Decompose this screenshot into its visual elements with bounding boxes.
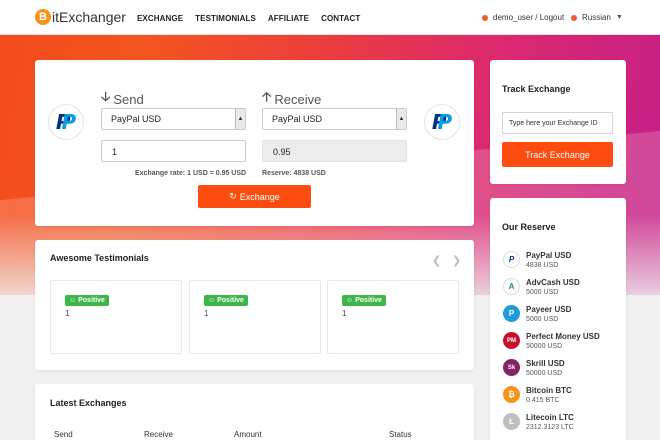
latest-exchanges-card: Latest Exchanges Send Receive Amount Sta… <box>35 384 474 440</box>
exchange-id-input[interactable]: Type here your Exchange ID <box>502 112 613 134</box>
language-label: Russian <box>582 13 611 22</box>
smile-icon: ☺ <box>346 297 354 304</box>
bitcoin-icon: ₿ <box>503 386 520 403</box>
top-navbar: B itExchanger EXCHANGE TESTIMONIALS AFFI… <box>0 0 660 35</box>
litecoin-icon: Ł <box>503 413 520 430</box>
smile-icon: ☺ <box>208 297 216 304</box>
receive-amount-field: 0.95 <box>262 140 407 162</box>
exchange-card: PP 🡣 Send PayPal USD ▲ 1 Exchange rate: … <box>35 60 474 226</box>
chevron-down-icon: ▼ <box>615 14 623 21</box>
nav-testimonials[interactable]: TESTIMONIALS <box>195 14 256 23</box>
smile-icon: ☺ <box>69 297 77 304</box>
arrow-up-icon: 🡡 <box>262 89 272 104</box>
exchange-button[interactable]: ↻ Exchange <box>198 185 311 208</box>
send-heading: 🡣 Send <box>101 88 144 110</box>
positive-badge: ☺ Positive <box>65 295 109 306</box>
arrow-down-icon: 🡣 <box>101 89 111 104</box>
refresh-icon: ↻ <box>229 191 237 201</box>
positive-badge: ☺ Positive <box>204 295 248 306</box>
testimonial-item: ☺ Positive 1 <box>327 280 459 354</box>
nav-contact[interactable]: CONTACT <box>321 14 360 23</box>
column-header-send: Send <box>54 430 73 439</box>
chevron-right-icon[interactable]: ❯ <box>452 254 461 267</box>
reserve-title: Our Reserve <box>502 222 556 232</box>
bitcoin-logo-icon: B <box>35 9 51 25</box>
reserve-item: Ł Litecoin LTC 2312.3123 LTC <box>503 413 574 433</box>
skrill-icon: Sk <box>503 359 520 376</box>
reserve-item: P PayPal USD 4838 USD <box>503 251 571 271</box>
paypal-icon: P <box>503 251 520 268</box>
user-menu[interactable]: demo_user / Logout <box>482 13 564 22</box>
testimonial-item: ☺ Positive 1 <box>50 280 182 354</box>
column-header-status: Status <box>389 430 412 439</box>
nav-exchange[interactable]: EXCHANGE <box>137 14 183 23</box>
testimonial-item: ☺ Positive 1 <box>189 280 321 354</box>
chevron-left-icon[interactable]: ❮ <box>432 254 441 267</box>
reserve-item: A AdvCash USD 5000 USD <box>503 278 580 298</box>
globe-icon <box>571 14 577 21</box>
receive-heading: 🡡 Receive <box>262 88 321 110</box>
exchange-rate-text: Exchange rate: 1 USD = 0.95 USD <box>135 170 247 177</box>
user-logout-link[interactable]: demo_user / Logout <box>493 13 564 22</box>
payeer-icon: P <box>503 305 520 322</box>
reserve-item: ₿ Bitcoin BTC 0.415 BTC <box>503 386 572 406</box>
reserve-card: Our Reserve P PayPal USD 4838 USD A AdvCa… <box>490 198 626 440</box>
column-header-amount: Amount <box>234 430 262 439</box>
advcash-icon: A <box>503 278 520 295</box>
latest-exchanges-title: Latest Exchanges <box>50 398 127 408</box>
user-icon <box>482 14 488 21</box>
testimonials-card: Awesome Testimonials ❮ ❯ ☺ Positive 1 ☺ … <box>35 240 474 370</box>
track-exchange-card: Track Exchange Type here your Exchange I… <box>490 60 626 184</box>
select-arrow-icon: ▲ <box>396 109 406 129</box>
reserve-item: P Payeer USD 5000 USD <box>503 305 571 325</box>
reserve-text: Reserve: 4838 USD <box>262 170 326 177</box>
track-title: Track Exchange <box>502 84 571 94</box>
positive-badge: ☺ Positive <box>342 295 386 306</box>
nav-affiliate[interactable]: AFFILIATE <box>268 14 309 23</box>
logo-text: itExchanger <box>52 9 126 25</box>
testimonials-title: Awesome Testimonials <box>50 253 149 263</box>
select-arrow-icon: ▲ <box>235 109 245 129</box>
site-logo[interactable]: B itExchanger <box>35 9 126 25</box>
reserve-item: PM Perfect Money USD 50000 USD <box>503 332 600 352</box>
receive-paypal-icon: PP <box>424 104 460 140</box>
send-amount-input[interactable]: 1 <box>101 140 246 162</box>
perfect-money-icon: PM <box>503 332 520 349</box>
send-currency-select[interactable]: PayPal USD ▲ <box>101 108 246 130</box>
receive-currency-select[interactable]: PayPal USD ▲ <box>262 108 407 130</box>
send-paypal-icon: PP <box>48 104 84 140</box>
language-selector[interactable]: Russian ▼ <box>571 13 623 22</box>
column-header-receive: Receive <box>144 430 173 439</box>
main-nav: EXCHANGE TESTIMONIALS AFFILIATE CONTACT <box>137 14 360 23</box>
reserve-item: Sk Skrill USD 50000 USD <box>503 359 565 379</box>
track-exchange-button[interactable]: Track Exchange <box>502 142 613 167</box>
